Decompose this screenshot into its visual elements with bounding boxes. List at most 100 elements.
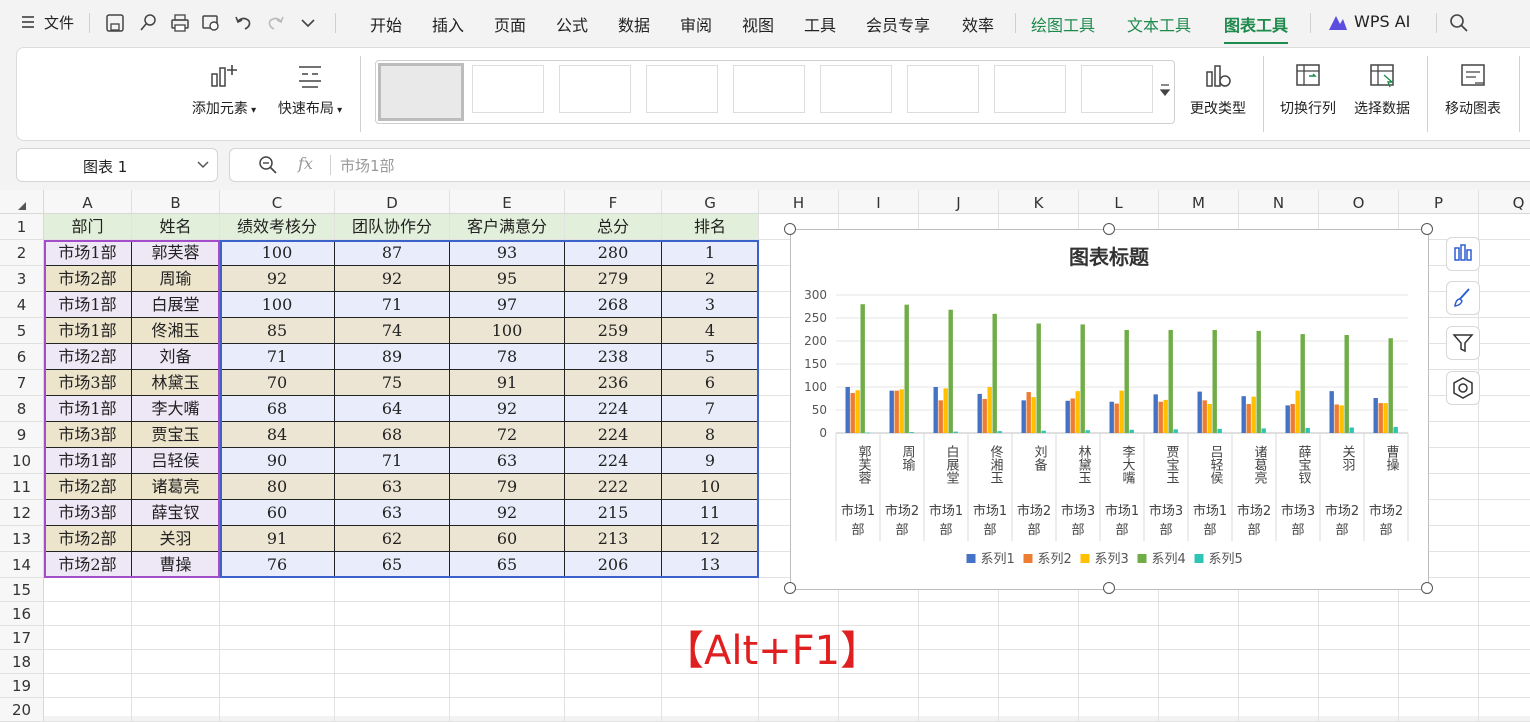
search-icon[interactable] bbox=[1449, 13, 1469, 33]
cell[interactable] bbox=[450, 602, 565, 626]
cell[interactable] bbox=[450, 578, 565, 602]
chart-settings-button[interactable] bbox=[1446, 371, 1480, 405]
table-cell[interactable]: 71 bbox=[335, 448, 450, 474]
table-cell[interactable]: 佟湘玉 bbox=[132, 318, 220, 344]
cell[interactable] bbox=[1319, 602, 1399, 626]
cell[interactable] bbox=[220, 578, 335, 602]
table-cell[interactable]: 100 bbox=[220, 240, 335, 266]
table-cell[interactable]: 222 bbox=[565, 474, 662, 500]
column-header-p[interactable]: P bbox=[1399, 190, 1479, 214]
cell[interactable] bbox=[450, 674, 565, 698]
header-cell[interactable]: 部门 bbox=[44, 214, 132, 240]
cell[interactable] bbox=[1319, 698, 1399, 722]
cell[interactable] bbox=[450, 626, 565, 650]
table-cell[interactable]: 87 bbox=[335, 240, 450, 266]
chevron-down-icon[interactable] bbox=[298, 13, 318, 33]
cell[interactable] bbox=[1079, 650, 1159, 674]
table-cell[interactable]: 238 bbox=[565, 344, 662, 370]
table-cell[interactable]: 李大嘴 bbox=[132, 396, 220, 422]
cell[interactable] bbox=[1159, 674, 1239, 698]
cell[interactable] bbox=[1319, 650, 1399, 674]
cell[interactable] bbox=[220, 674, 335, 698]
cell[interactable] bbox=[1479, 422, 1530, 448]
cell[interactable] bbox=[335, 674, 450, 698]
cell[interactable] bbox=[1479, 292, 1530, 318]
table-cell[interactable]: 68 bbox=[220, 396, 335, 422]
column-header-o[interactable]: O bbox=[1319, 190, 1399, 214]
chart-style-thumb-1[interactable] bbox=[378, 63, 464, 121]
table-cell[interactable]: 市场2部 bbox=[44, 266, 132, 292]
row-header-9[interactable]: 9 bbox=[0, 422, 44, 448]
cell[interactable] bbox=[1479, 396, 1530, 422]
row-header-15[interactable]: 15 bbox=[0, 578, 44, 602]
column-header-h[interactable]: H bbox=[759, 190, 839, 214]
wps-ai-button[interactable]: WPS AI bbox=[1354, 12, 1410, 31]
chart-style-button[interactable] bbox=[1446, 281, 1480, 315]
chart-filter-button[interactable] bbox=[1446, 326, 1480, 360]
column-header-n[interactable]: N bbox=[1239, 190, 1319, 214]
row-header-3[interactable]: 3 bbox=[0, 266, 44, 292]
cell[interactable] bbox=[1479, 474, 1530, 500]
print-icon[interactable] bbox=[170, 13, 190, 33]
table-cell[interactable]: 关羽 bbox=[132, 526, 220, 552]
chart-style-thumb-4[interactable] bbox=[646, 65, 718, 113]
select-all-corner[interactable] bbox=[0, 190, 44, 214]
table-cell[interactable]: 60 bbox=[450, 526, 565, 552]
table-cell[interactable]: 白展堂 bbox=[132, 292, 220, 318]
row-header-12[interactable]: 12 bbox=[0, 500, 44, 526]
table-cell[interactable]: 224 bbox=[565, 396, 662, 422]
table-cell[interactable]: 215 bbox=[565, 500, 662, 526]
row-header-17[interactable]: 17 bbox=[0, 626, 44, 650]
table-cell[interactable]: 236 bbox=[565, 370, 662, 396]
table-cell[interactable]: 84 bbox=[220, 422, 335, 448]
cell[interactable] bbox=[839, 674, 919, 698]
table-cell[interactable]: 97 bbox=[450, 292, 565, 318]
cell[interactable] bbox=[662, 578, 759, 602]
hamburger-icon[interactable] bbox=[22, 15, 34, 29]
column-header-c[interactable]: C bbox=[220, 190, 335, 214]
row-header-6[interactable]: 6 bbox=[0, 344, 44, 370]
cell[interactable] bbox=[1479, 698, 1530, 722]
table-cell[interactable]: 71 bbox=[220, 344, 335, 370]
row-header-1[interactable]: 1 bbox=[0, 214, 44, 240]
resize-handle-top[interactable] bbox=[1103, 223, 1115, 235]
cell[interactable] bbox=[1079, 602, 1159, 626]
cell[interactable] bbox=[1239, 674, 1319, 698]
column-header-j[interactable]: J bbox=[919, 190, 999, 214]
table-cell[interactable]: 79 bbox=[450, 474, 565, 500]
cell[interactable] bbox=[919, 698, 999, 722]
row-header-18[interactable]: 18 bbox=[0, 650, 44, 674]
cell[interactable] bbox=[44, 674, 132, 698]
table-cell[interactable]: 林黛玉 bbox=[132, 370, 220, 396]
quick-layout-button[interactable]: 快速布局 ▾ bbox=[273, 62, 347, 118]
table-cell[interactable]: 7 bbox=[662, 396, 759, 422]
row-header-7[interactable]: 7 bbox=[0, 370, 44, 396]
tab-chart-tools[interactable]: 图表工具 bbox=[1224, 12, 1289, 44]
table-cell[interactable]: 213 bbox=[565, 526, 662, 552]
cell[interactable] bbox=[335, 698, 450, 722]
cell[interactable] bbox=[1239, 698, 1319, 722]
row-header-13[interactable]: 13 bbox=[0, 526, 44, 552]
undo-icon[interactable] bbox=[233, 13, 253, 33]
table-cell[interactable]: 64 bbox=[335, 396, 450, 422]
tab-drawing-tools[interactable]: 绘图工具 bbox=[1031, 12, 1095, 36]
cell[interactable] bbox=[565, 626, 662, 650]
table-cell[interactable]: 6 bbox=[662, 370, 759, 396]
column-header-f[interactable]: F bbox=[565, 190, 662, 214]
table-cell[interactable]: 268 bbox=[565, 292, 662, 318]
row-header-11[interactable]: 11 bbox=[0, 474, 44, 500]
table-cell[interactable]: 市场1部 bbox=[44, 292, 132, 318]
cell[interactable] bbox=[1079, 698, 1159, 722]
row-header-4[interactable]: 4 bbox=[0, 292, 44, 318]
table-cell[interactable]: 74 bbox=[335, 318, 450, 344]
header-cell[interactable]: 绩效考核分 bbox=[220, 214, 335, 240]
table-cell[interactable]: 75 bbox=[335, 370, 450, 396]
chart-object[interactable]: 图表标题 0 50 100 150 200 250 300 郭芙蓉 市场1 部 周瑜 市场2 部 白展堂… bbox=[790, 229, 1429, 590]
table-cell[interactable]: 12 bbox=[662, 526, 759, 552]
tab-efficiency[interactable]: 效率 bbox=[962, 12, 994, 36]
cell[interactable] bbox=[1079, 674, 1159, 698]
table-cell[interactable]: 63 bbox=[335, 474, 450, 500]
header-cell[interactable]: 姓名 bbox=[132, 214, 220, 240]
cell[interactable] bbox=[999, 698, 1079, 722]
cell[interactable] bbox=[1239, 626, 1319, 650]
